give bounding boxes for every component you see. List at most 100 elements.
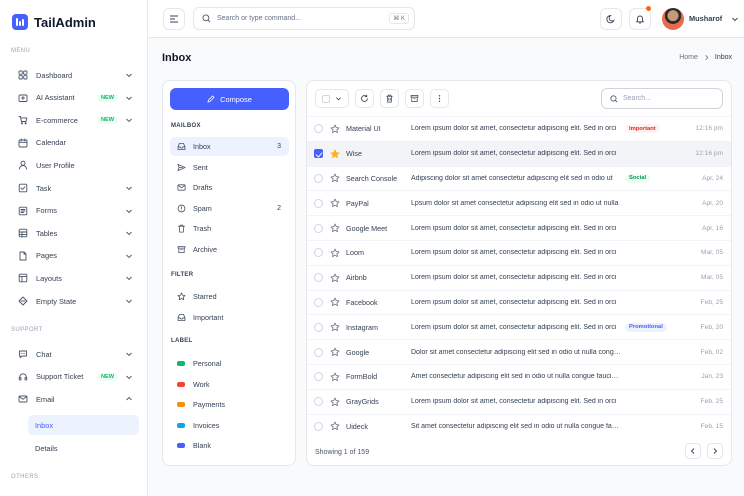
email-row[interactable]: Facebook Lorem ipsum dolor sit amet, cons…: [307, 289, 731, 315]
sidebar-item-chat[interactable]: Chat: [10, 345, 140, 363]
chevron-down-icon[interactable]: [125, 94, 133, 102]
email-row[interactable]: PayPal Lpsum dolor sit amet consectetur a…: [307, 190, 731, 215]
row-checkbox[interactable]: [314, 149, 323, 159]
row-checkbox[interactable]: [314, 397, 323, 407]
sidebar-item-empty-state[interactable]: Empty State: [10, 292, 140, 310]
star-icon[interactable]: [330, 322, 340, 332]
chevron-down-icon[interactable]: [125, 229, 133, 237]
folder-spam[interactable]: Spam 2: [170, 199, 289, 218]
global-search-input[interactable]: Search or type command... ⌘ K: [193, 7, 415, 30]
delete-button[interactable]: [380, 89, 399, 108]
sidebar-item-task[interactable]: Task: [10, 179, 140, 197]
sidebar-item-e-commerce[interactable]: E-commerce NEW: [10, 111, 140, 129]
sidebar-toggle-button[interactable]: [163, 8, 185, 30]
avatar[interactable]: [662, 8, 684, 30]
email-row[interactable]: Google Meet Lorem ipsum dolor sit amet, c…: [307, 215, 731, 240]
email-row[interactable]: Loom Lorem ipsum dolor sit amet, consecte…: [307, 240, 731, 265]
row-checkbox[interactable]: [314, 297, 323, 307]
sidebar-item-layouts[interactable]: Layouts: [10, 269, 140, 287]
row-checkbox[interactable]: [314, 223, 323, 233]
email-row[interactable]: Search Console Adipiscing dolor sit amet …: [307, 165, 731, 191]
label-blank[interactable]: Blank: [170, 436, 289, 455]
sidebar-item-user-profile[interactable]: User Profile: [10, 156, 140, 174]
email-row[interactable]: Wise Lorem ipsum dolor sit amet, consecte…: [307, 140, 731, 166]
label-payments[interactable]: Payments: [170, 395, 289, 414]
breadcrumb-home[interactable]: Home: [679, 54, 698, 61]
compose-button[interactable]: Compose: [170, 88, 289, 110]
sidebar-sub-details[interactable]: Details: [28, 438, 139, 458]
chevron-down-icon[interactable]: [731, 15, 739, 23]
user-name[interactable]: Musharof: [689, 14, 722, 23]
email-row[interactable]: Uideck Sit amet consectetur adipiscing el…: [307, 413, 731, 439]
sidebar-item-calendar[interactable]: Calendar: [10, 134, 140, 152]
sidebar-item-ai-assistant[interactable]: AI Assistant NEW: [10, 89, 140, 107]
row-checkbox[interactable]: [314, 173, 323, 183]
archive-button[interactable]: [405, 89, 424, 108]
sidebar-item-support-ticket[interactable]: Support Ticket NEW: [10, 368, 140, 386]
sidebar-item-forms[interactable]: Forms: [10, 202, 140, 220]
sidebar-sub-inbox[interactable]: Inbox: [28, 415, 139, 435]
chevron-up-icon[interactable]: [125, 395, 133, 403]
star-icon[interactable]: [330, 223, 340, 233]
theme-toggle-button[interactable]: [600, 8, 622, 30]
folder-archive[interactable]: Archive: [170, 240, 289, 259]
row-checkbox[interactable]: [314, 421, 323, 431]
row-checkbox[interactable]: [314, 273, 323, 283]
row-checkbox[interactable]: [314, 124, 323, 134]
folder-inbox[interactable]: Inbox 3: [170, 137, 289, 156]
sidebar-item-pages[interactable]: Pages: [10, 247, 140, 265]
prev-page-button[interactable]: [685, 443, 701, 459]
label-personal[interactable]: Personal: [170, 354, 289, 373]
email-row[interactable]: Instagram Lorem ipsum dolor sit amet, con…: [307, 314, 731, 339]
filter-important[interactable]: Important: [170, 308, 289, 327]
chevron-down-icon[interactable]: [125, 350, 133, 358]
row-checkbox[interactable]: [314, 198, 323, 208]
email-row[interactable]: Airbnb Lorem ipsum dolor sit amet, consec…: [307, 264, 731, 290]
star-icon[interactable]: [330, 372, 340, 382]
sidebar-item-dashboard[interactable]: Dashboard: [10, 66, 140, 84]
star-icon[interactable]: [330, 248, 340, 258]
chevron-down-icon[interactable]: [125, 274, 133, 282]
folder-trash[interactable]: Trash: [170, 219, 289, 238]
refresh-button[interactable]: [355, 89, 374, 108]
folder-drafts[interactable]: Drafts: [170, 178, 289, 197]
row-checkbox[interactable]: [314, 347, 323, 357]
email-row[interactable]: Google Dolor sit amet consectetur adipisc…: [307, 339, 731, 364]
sidebar-item-email[interactable]: Email: [10, 390, 140, 408]
next-page-button[interactable]: [707, 443, 723, 459]
chevron-down-icon[interactable]: [125, 184, 133, 192]
star-icon[interactable]: [330, 297, 340, 307]
logo[interactable]: TailAdmin: [12, 14, 96, 30]
star-icon[interactable]: [330, 149, 340, 159]
row-checkbox[interactable]: [314, 372, 323, 382]
chevron-down-icon[interactable]: [125, 71, 133, 79]
sidebar-item-tables[interactable]: Tables: [10, 224, 140, 242]
row-checkbox[interactable]: [314, 322, 323, 332]
email-search-input[interactable]: Search...: [601, 88, 723, 109]
email-row[interactable]: GrayGrids Lorem ipsum dolor sit amet, con…: [307, 388, 731, 414]
star-icon[interactable]: [330, 273, 340, 283]
filter-starred[interactable]: Starred: [170, 287, 289, 306]
star-icon[interactable]: [330, 124, 340, 134]
email-row[interactable]: FormBold Amet consectetur adipiscing elit…: [307, 364, 731, 389]
label-invoices[interactable]: Invoices: [170, 416, 289, 435]
star-icon[interactable]: [330, 421, 340, 431]
email-row[interactable]: Material UI Lorem ipsum dolor sit amet, c…: [307, 116, 731, 141]
star-icon[interactable]: [330, 397, 340, 407]
chevron-down-icon[interactable]: [125, 297, 133, 305]
select-all-dropdown[interactable]: [315, 89, 349, 108]
star-icon[interactable]: [330, 198, 340, 208]
label-work[interactable]: Work: [170, 375, 289, 394]
chevron-down-icon[interactable]: [125, 207, 133, 215]
chevron-down-icon[interactable]: [125, 252, 133, 260]
select-all-checkbox[interactable]: [322, 94, 330, 103]
email-sender: FormBold: [346, 372, 378, 382]
star-icon[interactable]: [330, 173, 340, 183]
folder-sent[interactable]: Sent: [170, 158, 289, 177]
chevron-down-icon[interactable]: [125, 116, 133, 124]
star-icon[interactable]: [330, 347, 340, 357]
notifications-button[interactable]: [629, 6, 651, 30]
row-checkbox[interactable]: [314, 248, 323, 258]
more-options-button[interactable]: [430, 89, 449, 108]
chevron-down-icon[interactable]: [125, 373, 133, 381]
